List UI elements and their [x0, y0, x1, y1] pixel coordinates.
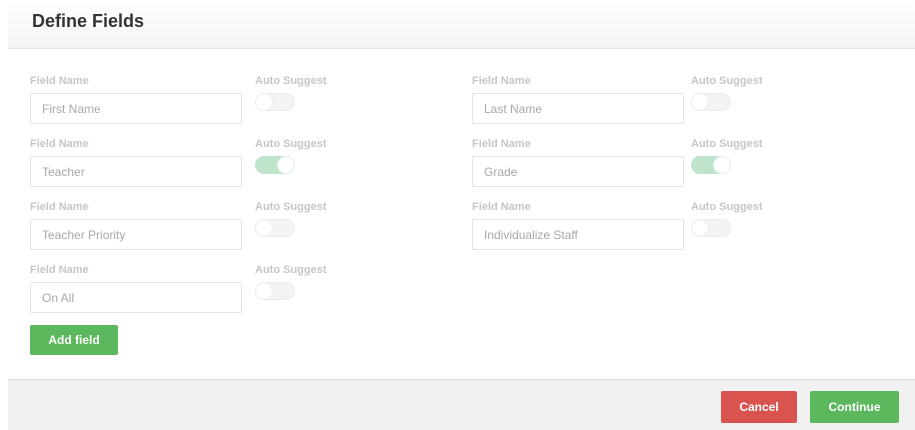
auto-suggest-toggle[interactable] [691, 219, 731, 237]
field-name-input[interactable] [30, 93, 242, 124]
field-name-label: Field Name [30, 138, 89, 150]
field-name-input[interactable] [30, 156, 242, 187]
modal-title: Define Fields [32, 11, 145, 31]
field-name-input[interactable] [472, 156, 684, 187]
field-name-label: Field Name [472, 201, 531, 213]
cancel-button[interactable]: Cancel [721, 391, 797, 423]
auto-suggest-label: Auto Suggest [691, 201, 763, 213]
toggle-knob [255, 219, 273, 237]
field-name-input[interactable] [472, 219, 684, 250]
auto-suggest-label: Auto Suggest [255, 201, 327, 213]
auto-suggest-toggle[interactable] [255, 282, 295, 300]
field-name-input[interactable] [30, 282, 242, 313]
auto-suggest-toggle[interactable] [691, 156, 731, 174]
continue-button[interactable]: Continue [810, 391, 899, 423]
auto-suggest-label: Auto Suggest [691, 75, 763, 87]
auto-suggest-label: Auto Suggest [255, 138, 327, 150]
field-name-input[interactable] [472, 93, 684, 124]
toggle-knob [691, 219, 709, 237]
add-field-button[interactable]: Add field [30, 325, 118, 355]
toggle-knob [691, 93, 709, 111]
auto-suggest-label: Auto Suggest [255, 264, 327, 276]
toggle-knob [255, 93, 273, 111]
auto-suggest-toggle[interactable] [255, 156, 295, 174]
toggle-knob [713, 156, 731, 174]
define-fields-modal: Define Fields Field Name Auto Suggest Fi… [0, 0, 915, 430]
toggle-knob [255, 282, 273, 300]
auto-suggest-label: Auto Suggest [255, 75, 327, 87]
auto-suggest-label: Auto Suggest [691, 138, 763, 150]
auto-suggest-toggle[interactable] [691, 93, 731, 111]
auto-suggest-toggle[interactable] [255, 93, 295, 111]
modal-header: Define Fields [8, 0, 915, 49]
field-name-label: Field Name [30, 264, 89, 276]
field-name-input[interactable] [30, 219, 242, 250]
field-name-label: Field Name [472, 138, 531, 150]
field-name-label: Field Name [30, 201, 89, 213]
toggle-knob [277, 156, 295, 174]
field-name-label: Field Name [30, 75, 89, 87]
field-name-label: Field Name [472, 75, 531, 87]
auto-suggest-toggle[interactable] [255, 219, 295, 237]
